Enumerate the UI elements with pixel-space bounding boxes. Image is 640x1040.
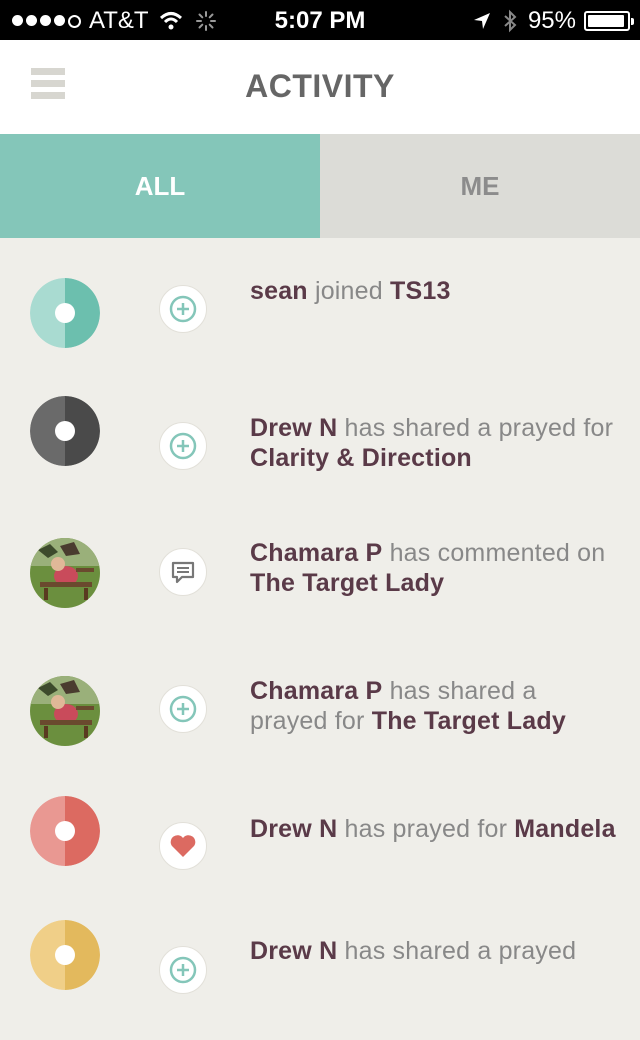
activity-user[interactable]: Chamara P	[250, 677, 382, 705]
activity-text: Drew N has prayed for Mandela	[250, 814, 620, 844]
location-arrow-icon	[473, 13, 490, 29]
activity-user[interactable]: Chamara P	[250, 539, 382, 567]
activity-text: Chamara P has shared a prayed for The Ta…	[250, 676, 620, 736]
status-bar: AT&T 5:07 PM 95%	[0, 0, 640, 40]
activity-text: sean joined TS13	[250, 276, 620, 306]
battery-percent: 95%	[527, 7, 576, 34]
activity-object[interactable]: The Target Lady	[372, 707, 566, 735]
heart-icon[interactable]	[159, 822, 207, 870]
tab-me[interactable]: ME	[320, 134, 640, 238]
activity-verb: has prayed for	[337, 815, 515, 843]
avatar[interactable]	[30, 920, 100, 990]
status-right: 95%	[472, 7, 634, 35]
activity-verb: has shared a prayed for	[337, 414, 614, 442]
plus-circle-icon[interactable]	[159, 946, 207, 994]
activity-user[interactable]: sean	[250, 277, 308, 305]
battery-icon	[584, 11, 634, 31]
page-title: ACTIVITY	[245, 68, 395, 104]
comment-icon[interactable]	[159, 548, 207, 596]
tab-bar: ALL ME	[0, 134, 640, 238]
activity-object[interactable]: TS13	[390, 277, 451, 305]
list-item[interactable]: Chamara P has shared a prayed for The Ta…	[0, 652, 640, 772]
avatar[interactable]	[30, 396, 100, 466]
list-item[interactable]: Chamara P has commented on The Target La…	[0, 514, 640, 634]
plus-circle-icon[interactable]	[159, 685, 207, 733]
list-item[interactable]: sean joined TS13	[0, 238, 640, 358]
list-item[interactable]: Drew N has shared a prayed for Clarity &…	[0, 376, 640, 496]
activity-object[interactable]: Clarity & Direction	[250, 444, 472, 472]
plus-circle-icon[interactable]	[159, 422, 207, 470]
activity-object[interactable]: Mandela	[514, 815, 615, 843]
activity-verb: has commented on	[382, 539, 606, 567]
bluetooth-icon	[504, 9, 517, 33]
avatar[interactable]	[30, 278, 100, 348]
activity-user[interactable]: Drew N	[250, 937, 337, 965]
activity-text: Drew N has shared a prayed	[250, 936, 620, 966]
list-item[interactable]: Drew N has shared a prayed	[0, 920, 640, 1040]
activity-verb: joined	[307, 277, 391, 305]
tab-all[interactable]: ALL	[0, 134, 320, 238]
activity-text: Chamara P has commented on The Target La…	[250, 538, 620, 598]
avatar[interactable]	[30, 676, 100, 746]
activity-object[interactable]: The Target Lady	[250, 569, 444, 597]
plus-circle-icon[interactable]	[159, 285, 207, 333]
avatar[interactable]	[30, 796, 100, 866]
app-header: ACTIVITY	[0, 40, 640, 134]
activity-user[interactable]: Drew N	[250, 414, 337, 442]
list-item[interactable]: Drew N has prayed for Mandela	[0, 790, 640, 910]
activity-text: Drew N has shared a prayed for Clarity &…	[250, 413, 620, 473]
activity-user[interactable]: Drew N	[250, 815, 337, 843]
avatar[interactable]	[30, 538, 100, 608]
activity-verb: has shared a prayed	[337, 937, 577, 965]
